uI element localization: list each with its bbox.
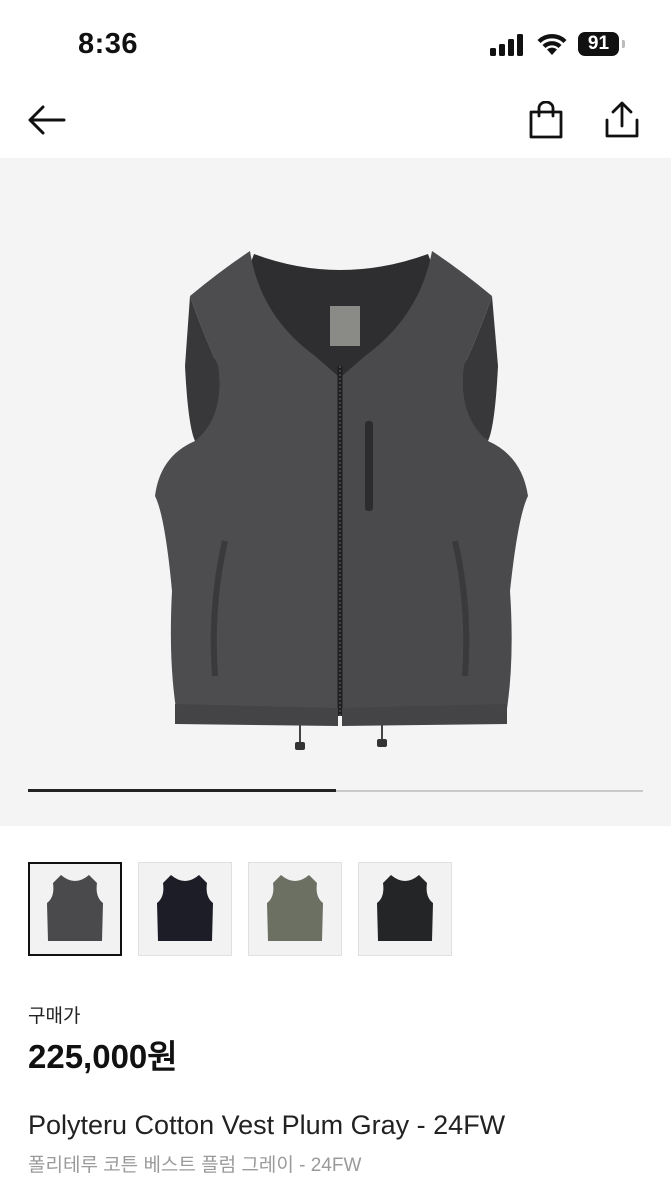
price-label: 구매가 [28,1006,81,1027]
thumbnail-black[interactable] [358,862,452,956]
gallery-progress-track [28,789,643,792]
thumbnail-olive[interactable] [248,862,342,956]
battery-icon: 91 [578,32,628,56]
battery-tip [622,40,625,48]
vest-thumbnail-icon [47,875,103,941]
battery-level: 91 [578,32,619,56]
wifi-icon [537,33,567,55]
status-time: 8:36 [78,28,139,60]
thumbnail-plum-gray[interactable] [28,862,122,956]
price-value: 225,000원 [28,1038,178,1075]
product-subname: 폴리테루 코튼 베스트 플럼 그레이 - 24FW [28,1155,362,1176]
nav-bar [0,90,671,158]
vest-product-image [155,251,528,750]
vest-thumbnail-icon [157,875,213,941]
vest-thumbnail-icon [377,875,433,941]
shopping-bag-icon [529,101,563,139]
product-name: Polyteru Cotton Vest Plum Gray - 24FW [28,1110,506,1140]
share-button[interactable] [598,96,646,144]
back-button[interactable] [22,96,70,144]
back-arrow-icon [28,105,66,135]
signal-icon [490,34,523,56]
shopping-bag-button[interactable] [522,96,570,144]
status-bar: 8:36 91 [0,0,671,90]
share-icon [605,101,639,138]
thumbnail-navy[interactable] [138,862,232,956]
gallery-progress-fill [28,789,336,792]
product-gallery[interactable] [0,158,671,826]
vest-thumbnail-icon [267,875,323,941]
